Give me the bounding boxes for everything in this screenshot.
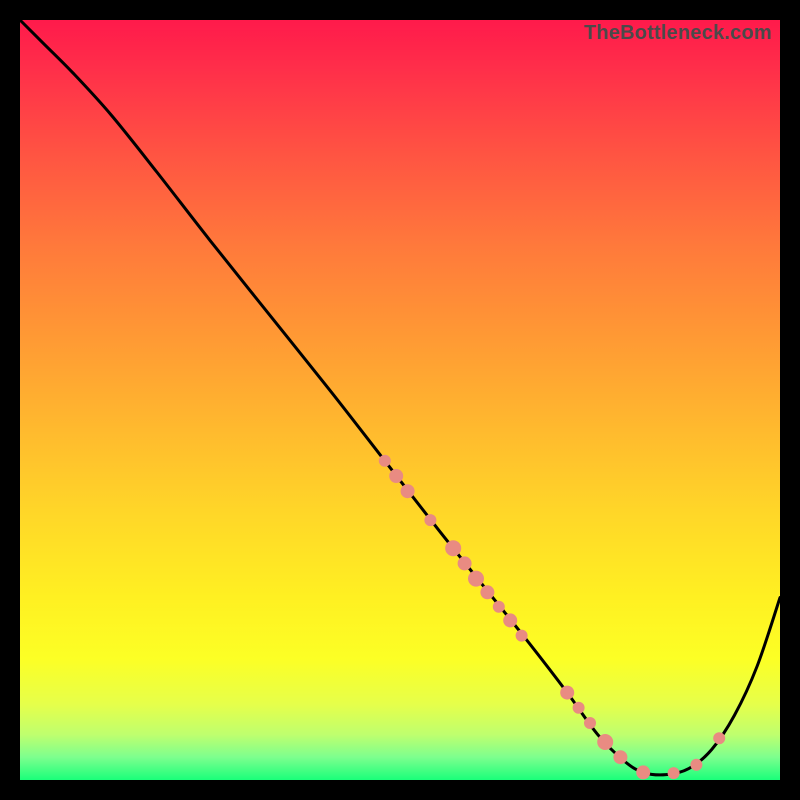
- data-marker: [636, 765, 650, 779]
- data-marker: [690, 759, 702, 771]
- data-marker: [584, 717, 596, 729]
- data-marker: [379, 455, 391, 467]
- data-marker: [389, 469, 403, 483]
- data-marker: [597, 734, 613, 750]
- data-marker: [560, 686, 574, 700]
- data-marker: [573, 702, 585, 714]
- bottleneck-curve: [20, 20, 780, 775]
- data-markers: [379, 455, 725, 780]
- data-marker: [458, 556, 472, 570]
- data-marker: [668, 767, 680, 779]
- data-marker: [424, 514, 436, 526]
- data-marker: [613, 750, 627, 764]
- data-marker: [445, 540, 461, 556]
- data-marker: [713, 732, 725, 744]
- chart-frame: TheBottleneck.com: [20, 20, 780, 780]
- bottleneck-chart: [20, 20, 780, 780]
- data-marker: [480, 585, 494, 599]
- data-marker: [468, 571, 484, 587]
- data-marker: [401, 484, 415, 498]
- data-marker: [516, 630, 528, 642]
- data-marker: [493, 601, 505, 613]
- data-marker: [503, 613, 517, 627]
